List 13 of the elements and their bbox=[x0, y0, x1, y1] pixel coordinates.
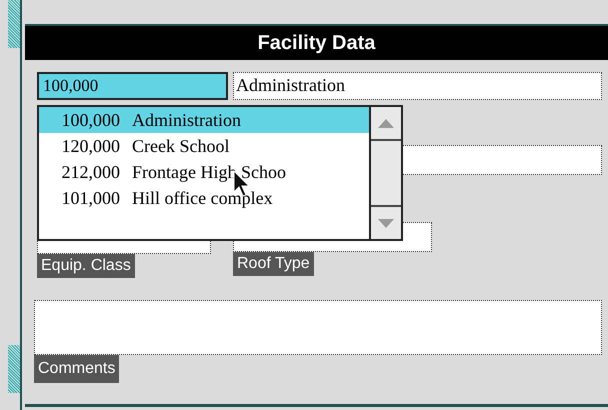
field-label: Roof Type bbox=[233, 252, 314, 276]
up-triangle-icon bbox=[378, 118, 394, 128]
scrollbar[interactable] bbox=[369, 107, 401, 239]
facility-name-field[interactable]: Administration bbox=[233, 72, 602, 100]
field-label: Comments bbox=[34, 355, 120, 383]
down-triangle-icon bbox=[378, 218, 394, 228]
panel-title-bar: Facility Data bbox=[25, 26, 608, 60]
field-label: Equip. Class bbox=[37, 254, 135, 278]
dropdown-item[interactable]: 100,000 Administration bbox=[39, 107, 369, 133]
facility-code-field[interactable]: 100,000 bbox=[37, 72, 228, 100]
hatched-strip bbox=[8, 345, 20, 393]
comments-field[interactable] bbox=[34, 300, 602, 355]
hatched-strip bbox=[8, 0, 20, 48]
